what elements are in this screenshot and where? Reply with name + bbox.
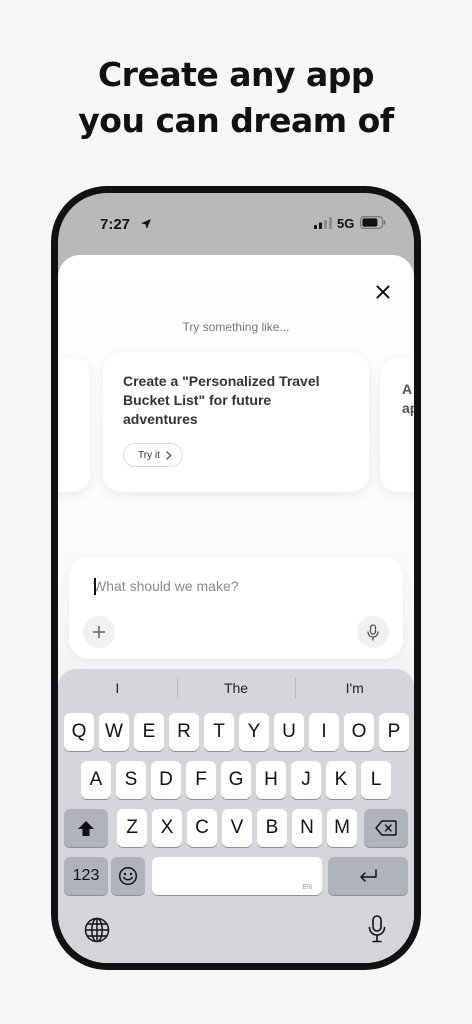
- key-f[interactable]: F: [186, 761, 216, 799]
- suggestion-card-previous[interactable]: [58, 358, 90, 492]
- location-arrow-icon: [141, 219, 151, 229]
- key-g[interactable]: G: [221, 761, 251, 799]
- key-w[interactable]: W: [99, 713, 129, 751]
- dictation-mic-icon: [368, 915, 386, 943]
- close-button[interactable]: [368, 277, 398, 307]
- backspace-key[interactable]: [364, 809, 408, 847]
- key-m[interactable]: M: [327, 809, 357, 847]
- globe-button[interactable]: [82, 915, 112, 945]
- suggestion-card-text: Create a "Personalized Travel Bucket Lis…: [123, 373, 320, 427]
- key-u[interactable]: U: [274, 713, 304, 751]
- phone-screen: 7:27 5G Try something like... Create a "…: [58, 193, 414, 963]
- key-i[interactable]: I: [309, 713, 339, 751]
- prediction-1[interactable]: I: [58, 680, 177, 696]
- suggestion-card[interactable]: Create a "Personalized Travel Bucket Lis…: [103, 352, 369, 492]
- phone-frame: 7:27 5G Try something like... Create a "…: [51, 186, 421, 970]
- headline: Create any app you can dream of: [0, 52, 472, 144]
- emoji-key[interactable]: [111, 857, 145, 895]
- headline-line-1: Create any app: [97, 55, 375, 94]
- key-s[interactable]: S: [116, 761, 146, 799]
- status-bar: 7:27 5G: [58, 193, 414, 243]
- close-icon: [376, 285, 390, 299]
- backspace-icon: [375, 820, 397, 836]
- suggestion-card-next-text: A ap: [402, 381, 414, 416]
- key-b[interactable]: B: [257, 809, 287, 847]
- microphone-icon: [367, 623, 379, 641]
- numbers-key-label: 123: [72, 867, 100, 884]
- shift-key[interactable]: [64, 809, 108, 847]
- add-attachment-button[interactable]: [83, 616, 115, 648]
- key-z[interactable]: Z: [117, 809, 147, 847]
- key-v[interactable]: V: [222, 809, 252, 847]
- headline-line-2: you can dream of: [78, 101, 394, 140]
- space-key[interactable]: EN: [152, 857, 322, 895]
- voice-input-button[interactable]: [357, 616, 389, 648]
- chevron-right-icon: [166, 450, 172, 460]
- prompt-input[interactable]: [93, 575, 373, 597]
- key-p[interactable]: P: [379, 713, 409, 751]
- return-key[interactable]: [328, 857, 408, 895]
- shift-icon: [78, 820, 94, 836]
- prompt-composer: [69, 557, 403, 659]
- key-n[interactable]: N: [292, 809, 322, 847]
- suggestion-card-next[interactable]: A ap: [380, 358, 414, 492]
- key-j[interactable]: J: [291, 761, 321, 799]
- key-c[interactable]: C: [187, 809, 217, 847]
- language-hint: EN: [302, 884, 312, 891]
- key-o[interactable]: O: [344, 713, 374, 751]
- text-cursor: [94, 578, 96, 595]
- try-it-label: Try it: [138, 449, 160, 461]
- key-h[interactable]: H: [256, 761, 286, 799]
- dictation-button[interactable]: [362, 913, 392, 945]
- try-it-button[interactable]: Try it: [123, 443, 183, 467]
- emoji-icon: [118, 866, 138, 886]
- prediction-2[interactable]: The: [176, 678, 296, 698]
- network-type: 5G: [337, 216, 355, 231]
- battery-icon: [360, 216, 386, 229]
- key-a[interactable]: A: [81, 761, 111, 799]
- status-time: 7:27: [100, 216, 131, 233]
- predictive-bar: I The I'm: [58, 669, 414, 707]
- key-d[interactable]: D: [151, 761, 181, 799]
- globe-icon: [84, 917, 110, 943]
- key-y[interactable]: Y: [239, 713, 269, 751]
- keyboard: I The I'm QWERTYUIOP ASDFGHJKL ZXCVBNM 1…: [58, 669, 414, 963]
- signal-bars-icon: [314, 217, 332, 229]
- return-icon: [360, 869, 377, 882]
- key-x[interactable]: X: [152, 809, 182, 847]
- key-r[interactable]: R: [169, 713, 199, 751]
- key-e[interactable]: E: [134, 713, 164, 751]
- key-q[interactable]: Q: [64, 713, 94, 751]
- key-k[interactable]: K: [326, 761, 356, 799]
- try-something-label: Try something like...: [182, 320, 290, 334]
- prediction-3[interactable]: I'm: [295, 678, 414, 698]
- key-t[interactable]: T: [204, 713, 234, 751]
- plus-icon: [92, 625, 106, 639]
- key-l[interactable]: L: [361, 761, 391, 799]
- numbers-key[interactable]: 123: [64, 857, 108, 895]
